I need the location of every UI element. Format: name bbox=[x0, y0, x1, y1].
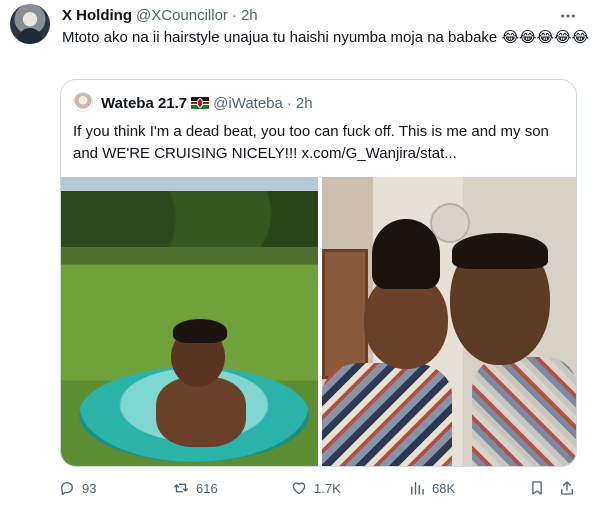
quoted-tweet-link[interactable]: x.com/G_Wanjira/stat... bbox=[301, 145, 456, 162]
retweet-button[interactable]: 616 bbox=[172, 477, 218, 499]
tweet-header: X Holding @XCouncillor · 2h bbox=[62, 4, 258, 26]
quoted-tweet-timestamp[interactable]: 2h bbox=[296, 95, 313, 112]
views-count: 68K bbox=[432, 480, 456, 496]
quoted-author-handle[interactable]: @iWateba bbox=[213, 95, 283, 112]
share-button[interactable] bbox=[558, 477, 576, 499]
tweet-text-content: Mtoto ako na ii hairstyle unajua tu hais… bbox=[62, 29, 498, 46]
like-count: 1.7K bbox=[314, 480, 341, 496]
media-photo-child-in-pool[interactable] bbox=[61, 177, 318, 466]
quoted-text-line2: and WE'RE CRUISING NICELY!!! bbox=[73, 145, 298, 162]
reply-icon bbox=[61, 482, 73, 496]
bookmark-icon bbox=[532, 481, 542, 495]
like-button[interactable]: 1.7K bbox=[290, 477, 341, 499]
tweet-timestamp[interactable]: 2h bbox=[241, 7, 258, 24]
kenya-flag-icon bbox=[191, 97, 210, 109]
tweet-action-bar: 93 616 1.7K 68K bbox=[54, 477, 584, 499]
tweet-text: Mtoto ako na ii hairstyle unajua tu hais… bbox=[62, 27, 590, 48]
author-handle[interactable]: @XCouncillor bbox=[136, 7, 228, 24]
views-button[interactable]: 68K bbox=[408, 477, 455, 499]
reply-button[interactable]: 93 bbox=[58, 477, 96, 499]
quoted-tweet-text: If you think I'm a dead beat, you too ca… bbox=[73, 121, 563, 165]
ellipsis-icon bbox=[561, 14, 575, 18]
retweet-icon bbox=[173, 483, 189, 493]
author-display-name[interactable]: X Holding bbox=[62, 7, 132, 24]
media-photo-father-and-son[interactable] bbox=[322, 177, 576, 466]
quoted-author-avatar[interactable] bbox=[73, 92, 93, 112]
quoted-tweet-header: Wateba 21.7 @iWateba · 2h bbox=[101, 93, 313, 113]
tweet-emojis: 😂😂😂😂😂 bbox=[501, 28, 590, 46]
quoted-tweet[interactable]: Wateba 21.7 @iWateba · 2h If you think I… bbox=[60, 79, 577, 467]
bookmark-button[interactable] bbox=[528, 477, 546, 499]
reply-count: 93 bbox=[82, 480, 97, 496]
header-separator: · bbox=[231, 6, 237, 24]
retweet-count: 616 bbox=[196, 480, 218, 496]
tweet: X Holding @XCouncillor · 2h Mtoto ako na… bbox=[0, 0, 604, 517]
views-icon bbox=[411, 482, 424, 495]
quoted-author-display-name[interactable]: Wateba 21.7 bbox=[101, 95, 187, 112]
author-avatar[interactable] bbox=[10, 4, 50, 44]
share-icon bbox=[561, 481, 573, 495]
quoted-header-separator: · bbox=[286, 94, 292, 112]
more-options-button[interactable] bbox=[558, 6, 578, 26]
heart-icon bbox=[292, 482, 306, 495]
quoted-text-line1: If you think I'm a dead beat, you too ca… bbox=[73, 123, 549, 140]
quoted-tweet-media bbox=[61, 177, 576, 466]
